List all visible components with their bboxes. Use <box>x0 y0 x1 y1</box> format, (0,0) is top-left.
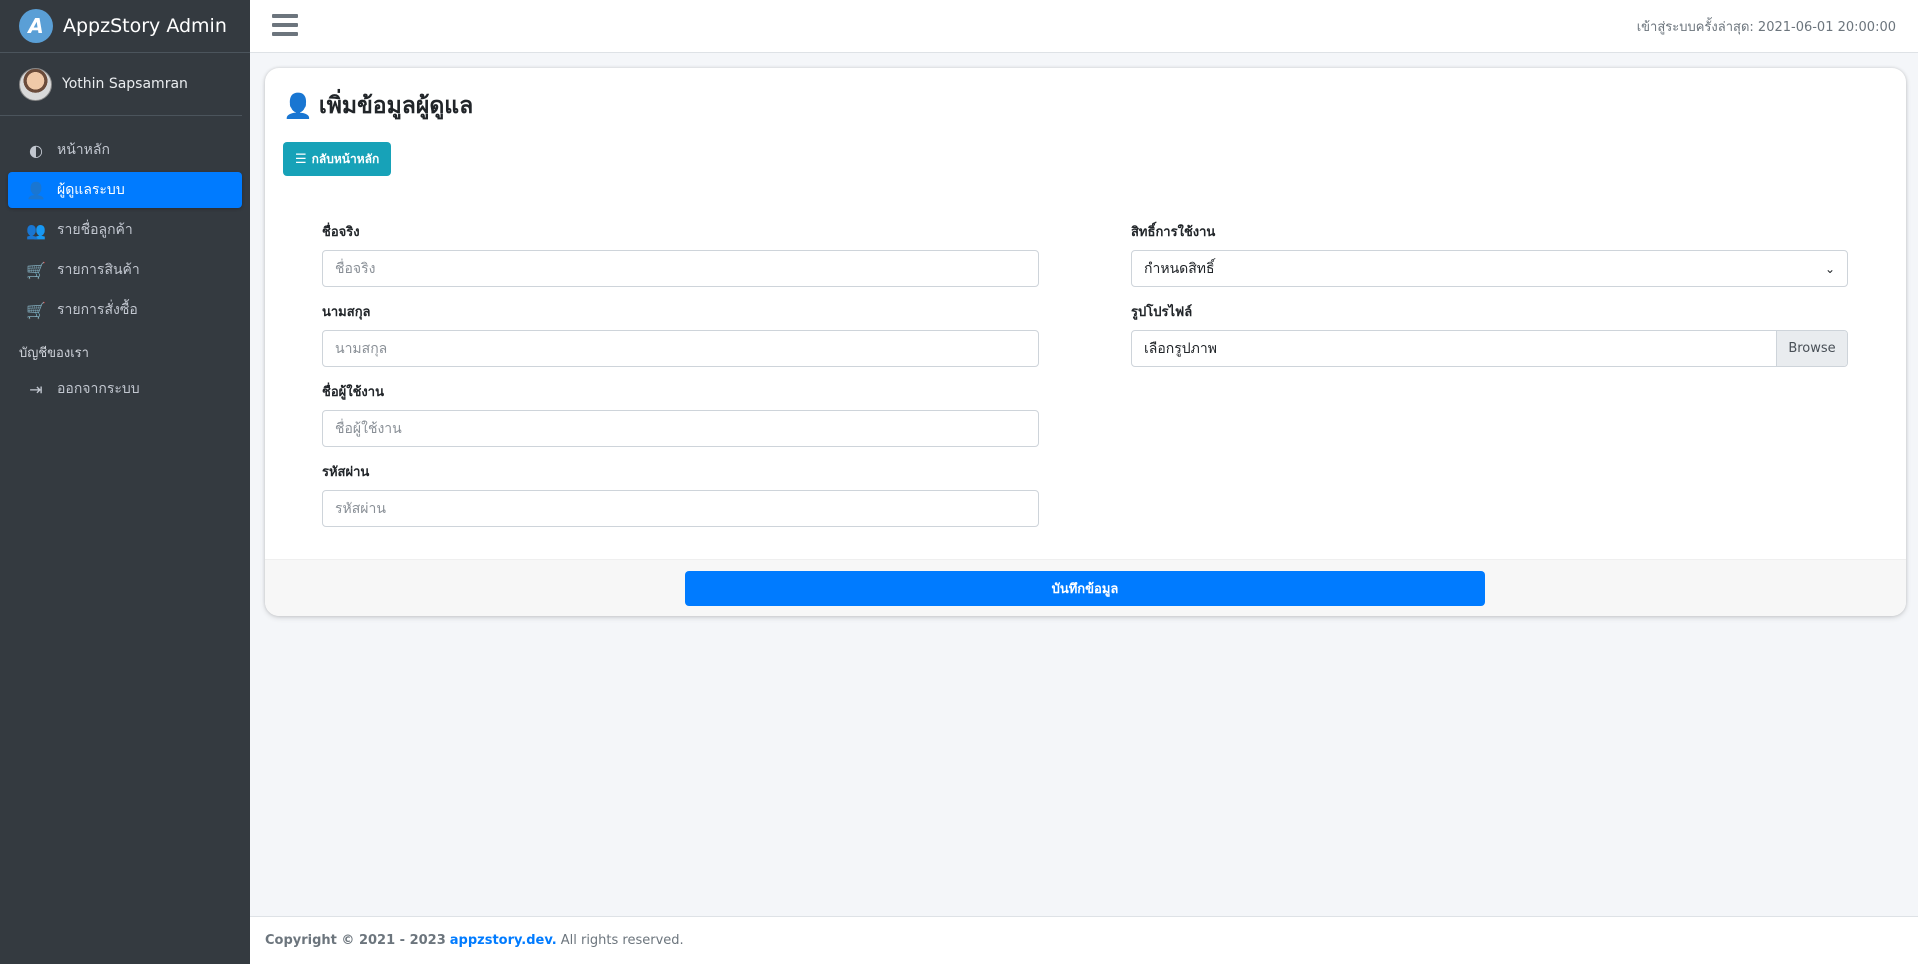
list-icon: ☰ <box>295 151 307 167</box>
browse-button[interactable]: Browse <box>1776 331 1847 366</box>
sidebar-item-label: รายการสั่งซื้อ <box>57 302 138 318</box>
user-panel[interactable]: Yothin Sapsamran <box>0 53 242 116</box>
brand-link[interactable]: A AppzStory Admin <box>0 0 250 53</box>
last-name-group: นามสกุล <box>322 301 1039 367</box>
card-footer: บันทึกข้อมูล <box>265 559 1906 616</box>
first-name-label: ชื่อจริง <box>322 225 360 240</box>
page-footer: Copyright © 2021 - 2023 appzstory.dev. A… <box>250 916 1918 964</box>
sidebar-nav: ◐ หน้าหลัก 👤 ผู้ดูแลระบบ 👥 รายชื่อลูกค้า… <box>0 116 250 407</box>
user-cog-icon: 👤 <box>26 180 46 200</box>
first-name-input[interactable] <box>322 250 1039 287</box>
sidebar-item-label: ออกจากระบบ <box>57 381 140 397</box>
sidebar: A AppzStory Admin Yothin Sapsamran ◐ หน้… <box>0 0 250 964</box>
password-label: รหัสผ่าน <box>322 465 370 480</box>
last-name-input[interactable] <box>322 330 1039 367</box>
appzstory-link[interactable]: appzstory.dev. <box>450 933 557 948</box>
username-input[interactable] <box>322 410 1039 447</box>
sidebar-item-orders[interactable]: 🛒 รายการสั่งซื้อ <box>8 292 242 328</box>
brand-logo-icon: A <box>19 9 53 43</box>
back-home-label: กลับหน้าหลัก <box>311 151 380 166</box>
cart-icon: 🛒 <box>26 260 46 280</box>
sidebar-section-header: บัญชีของเรา <box>19 346 89 361</box>
top-navbar: เข้าสู่ระบบครั้งล่าสุด: 2021-06-01 20:00… <box>250 0 1918 53</box>
sign-out-icon: ⇥ <box>29 379 43 399</box>
sidebar-item-label: รายชื่อลูกค้า <box>57 222 133 238</box>
sidebar-item-label: หน้าหลัก <box>57 142 110 158</box>
sidebar-item-admins[interactable]: 👤 ผู้ดูแลระบบ <box>8 172 242 208</box>
menu-toggle-icon[interactable] <box>272 14 298 38</box>
sidebar-item-dashboard[interactable]: ◐ หน้าหลัก <box>8 132 242 168</box>
last-login-text: เข้าสู่ระบบครั้งล่าสุด: 2021-06-01 20:00… <box>1636 20 1896 35</box>
sidebar-item-customers[interactable]: 👥 รายชื่อลูกค้า <box>8 212 242 248</box>
page-title: 👤 เพิ่มข้อมูลผู้ดูแล <box>283 88 473 124</box>
save-button[interactable]: บันทึกข้อมูล <box>685 571 1485 606</box>
add-admin-card: 👤 เพิ่มข้อมูลผู้ดูแล ☰ กลับหน้าหลัก ชื่อ… <box>265 68 1906 616</box>
sidebar-item-label: รายการสินค้า <box>57 262 140 278</box>
profile-image-file-input[interactable]: เลือกรูปภาพ Browse <box>1131 330 1848 367</box>
sidebar-item-products[interactable]: 🛒 รายการสินค้า <box>8 252 242 288</box>
permission-select[interactable]: กำหนดสิทธิ์ ⌄ <box>1131 250 1848 287</box>
user-name: Yothin Sapsamran <box>62 76 188 92</box>
sidebar-item-label: ผู้ดูแลระบบ <box>57 182 125 198</box>
copyright-text: Copyright © 2021 - 2023 <box>265 933 446 948</box>
page-title-text: เพิ่มข้อมูลผู้ดูแล <box>318 93 474 119</box>
dashboard-icon: ◐ <box>29 140 43 160</box>
avatar <box>19 67 52 101</box>
sidebar-item-logout[interactable]: ⇥ ออกจากระบบ <box>8 371 242 407</box>
file-input-text: เลือกรูปภาพ <box>1144 340 1217 357</box>
profile-image-group: รูปโปรไฟล์ เลือกรูปภาพ Browse <box>1131 301 1848 367</box>
chevron-down-icon: ⌄ <box>1824 261 1835 276</box>
permission-selected-value: กำหนดสิทธิ์ <box>1144 260 1215 277</box>
username-group: ชื่อผู้ใช้งาน <box>322 381 1039 447</box>
permission-group: สิทธิ์การใช้งาน กำหนดสิทธิ์ ⌄ <box>1131 221 1848 287</box>
password-group: รหัสผ่าน <box>322 461 1039 527</box>
username-label: ชื่อผู้ใช้งาน <box>322 385 384 400</box>
cart-plus-icon: 🛒 <box>26 300 46 320</box>
profile-image-label: รูปโปรไฟล์ <box>1131 305 1193 320</box>
rights-text: All rights reserved. <box>560 933 684 948</box>
user-cog-icon: 👤 <box>283 92 313 120</box>
permission-label: สิทธิ์การใช้งาน <box>1131 225 1216 240</box>
last-name-label: นามสกุล <box>322 305 371 320</box>
brand-name: AppzStory Admin <box>63 15 227 37</box>
password-input[interactable] <box>322 490 1039 527</box>
users-icon: 👥 <box>26 220 46 240</box>
first-name-group: ชื่อจริง <box>322 221 1039 287</box>
back-home-button[interactable]: ☰ กลับหน้าหลัก <box>283 142 392 176</box>
